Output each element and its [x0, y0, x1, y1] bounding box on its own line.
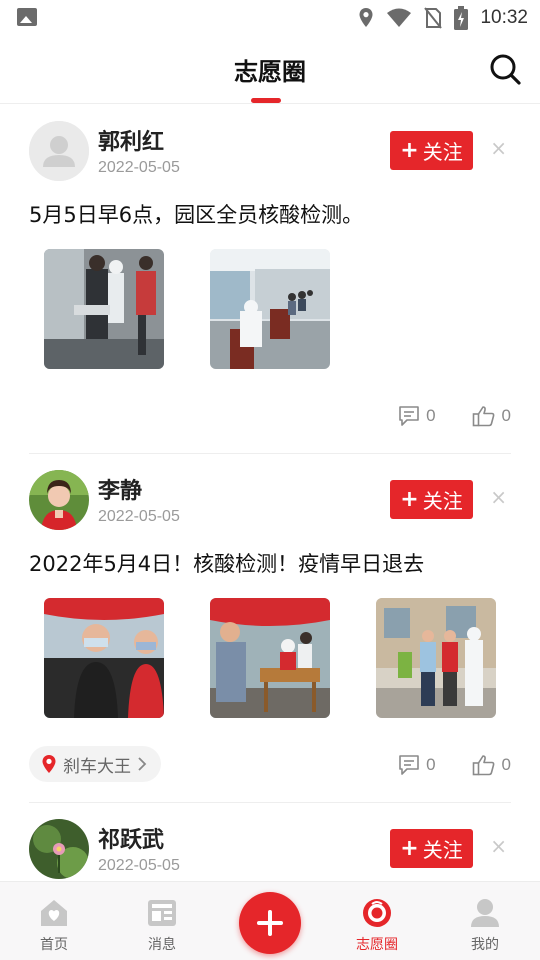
home-icon: [41, 900, 67, 926]
feed-post: 李静 2022-05-05 + 关注 × 2022年5月4日！核酸检测！疫情早日…: [29, 454, 511, 803]
nucleic-test-photo-2[interactable]: [210, 249, 330, 369]
title-underline: [251, 98, 281, 103]
no-sim-icon: [424, 7, 443, 29]
thumbs-up-icon: [472, 406, 494, 427]
status-icons: 10:32: [358, 6, 528, 30]
follow-label: 关注: [422, 838, 463, 862]
nav-label: 志愿圈: [356, 937, 398, 953]
post-date: 2022-05-05: [98, 508, 180, 525]
follow-button[interactable]: + 关注: [390, 480, 473, 519]
page-title: 志愿圈: [234, 58, 306, 86]
search-icon[interactable]: [488, 52, 522, 86]
username[interactable]: 郭利红: [98, 124, 164, 156]
post-text: 5月5日早6点，园区全员核酸检测。: [29, 203, 364, 227]
thumbs-up-icon: [472, 755, 494, 776]
avatar[interactable]: [29, 121, 89, 181]
post-text: 2022年5月4日！核酸检测！疫情早日退去: [29, 552, 425, 576]
plus-icon: +: [400, 486, 419, 512]
nav-item-home[interactable]: 首页: [14, 896, 94, 954]
news-icon: [148, 900, 176, 926]
follow-label: 关注: [422, 489, 463, 513]
volunteers-photo-1[interactable]: [44, 598, 164, 718]
user-photo-avatar: [29, 470, 89, 530]
default-avatar-icon: [29, 121, 89, 181]
follow-button[interactable]: + 关注: [390, 829, 473, 868]
status-bar: 10:32: [0, 0, 540, 36]
close-icon[interactable]: ×: [490, 836, 507, 856]
nav-item-profile[interactable]: 我的: [445, 896, 525, 954]
avatar[interactable]: [29, 470, 89, 530]
nav-item-messages[interactable]: 消息: [122, 896, 202, 954]
like-button[interactable]: 0: [472, 405, 511, 427]
battery-charging-icon: [454, 6, 469, 30]
nav-item-volunteer-circle[interactable]: 志愿圈: [337, 896, 417, 954]
like-count: 0: [501, 755, 511, 774]
comment-button[interactable]: 0: [398, 754, 436, 776]
close-icon[interactable]: ×: [490, 138, 507, 158]
app-header: 志愿圈: [0, 36, 540, 104]
follow-label: 关注: [422, 140, 463, 164]
like-button[interactable]: 0: [472, 754, 511, 776]
comment-button[interactable]: 0: [398, 405, 436, 427]
plus-icon: +: [400, 137, 419, 163]
nav-label: 首页: [40, 937, 68, 953]
profile-icon: [471, 899, 499, 927]
follow-button[interactable]: + 关注: [390, 131, 473, 170]
comment-count: 0: [426, 755, 436, 774]
comment-icon: [399, 406, 419, 426]
location-icon: [359, 8, 373, 27]
username[interactable]: 李静: [98, 473, 142, 505]
comment-icon: [399, 755, 419, 775]
circle-icon: [363, 899, 391, 927]
nav-label: 消息: [148, 937, 176, 953]
bottom-nav: 首页 消息 志愿圈 我的: [0, 881, 540, 960]
username[interactable]: 祁跃武: [98, 822, 164, 854]
location-pin-icon: [42, 755, 56, 773]
post-create-button[interactable]: [239, 892, 301, 954]
post-actions: 0 0: [398, 405, 511, 427]
feed-list[interactable]: 郭利红 2022-05-05 + 关注 × 5月5日早6点，园区全员核酸检测。: [0, 105, 540, 881]
location-name: 刹车大王: [63, 756, 131, 777]
user-photo-avatar: [29, 819, 89, 879]
volunteers-photo-2[interactable]: [210, 598, 330, 718]
avatar[interactable]: [29, 819, 89, 879]
like-count: 0: [501, 406, 511, 425]
close-icon[interactable]: ×: [490, 487, 507, 507]
image-icon: [17, 8, 37, 26]
plus-icon: +: [400, 835, 419, 861]
wifi-icon: [387, 8, 412, 27]
post-date: 2022-05-05: [98, 857, 180, 874]
chevron-right-icon: [138, 757, 147, 771]
nucleic-test-photo-1[interactable]: [44, 249, 164, 369]
post-date: 2022-05-05: [98, 159, 180, 176]
comment-count: 0: [426, 406, 436, 425]
feed-post: 祁跃武 2022-05-05 + 关注 ×: [29, 803, 511, 881]
clock-time: 10:32: [480, 7, 528, 28]
location-tag[interactable]: 刹车大王: [29, 746, 161, 782]
feed-post: 郭利红 2022-05-05 + 关注 × 5月5日早6点，园区全员核酸检测。: [29, 105, 511, 454]
volunteers-photo-3[interactable]: [376, 598, 496, 718]
post-actions: 0 0: [398, 754, 511, 776]
nav-label: 我的: [471, 937, 499, 953]
